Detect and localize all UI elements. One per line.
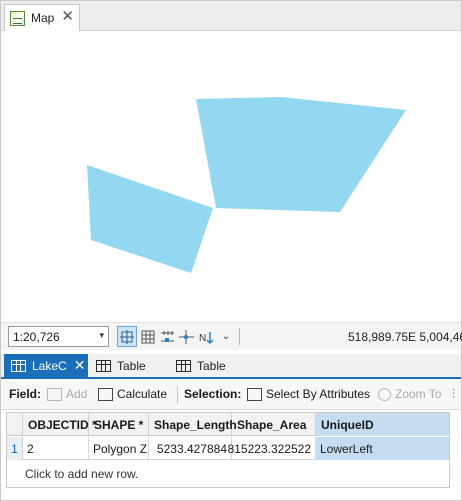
table-row[interactable]: 1 2 Polygon Z 5233.427884 815223.322522 … — [7, 437, 449, 460]
fixed-extent-icon — [120, 329, 134, 344]
tab-table-1[interactable]: Table — [93, 354, 163, 377]
table-toolbar: Field: Add Calculate Selection: Select B… — [1, 379, 461, 410]
close-icon[interactable]: ✕ — [74, 357, 86, 374]
tab-table-1-label: Table — [117, 358, 146, 373]
cursor-position-icon — [178, 329, 194, 344]
table-icon — [96, 359, 111, 372]
column-header-objectid[interactable]: OBJECTID * — [23, 413, 97, 436]
table-pane-tabs: LakeC ✕ Table Table — [1, 354, 461, 377]
fixed-extent-button[interactable] — [117, 326, 137, 347]
lake-polygon-upper-right[interactable] — [196, 97, 406, 212]
map-tab-label: Map — [31, 11, 55, 25]
calculate-label: Calculate — [117, 387, 168, 401]
tab-table-2[interactable]: Table — [173, 354, 243, 377]
toolbar-separator — [177, 386, 178, 404]
column-header-shape-area[interactable]: Shape_Area — [232, 413, 316, 436]
tab-lakec-label: LakeC — [32, 358, 67, 373]
scale-value: 1:20,726 — [13, 329, 60, 344]
selection-label: Selection: — [184, 387, 242, 401]
add-new-row[interactable]: Click to add new row. — [7, 461, 449, 487]
calculate-button[interactable]: Calculate — [98, 387, 167, 401]
cell-uniqueid[interactable]: LowerLeft — [316, 437, 449, 460]
grid-icon — [141, 330, 155, 343]
tab-map[interactable]: Map ✕ — [4, 4, 80, 31]
zoom-to-icon — [378, 387, 391, 401]
column-header-shape-length[interactable]: Shape_Length — [149, 413, 237, 436]
status-separator — [239, 328, 240, 345]
more-dropdown-icon[interactable]: ⌄ — [219, 326, 233, 347]
cell-objectid[interactable]: 2 — [23, 437, 89, 460]
table-header-row: OBJECTID * SHAPE * Shape_Length Shape_Ar… — [7, 413, 449, 436]
map-tab-strip: Map ✕ — [1, 1, 461, 31]
map-status-bar: 1:20,726 ▾ N ⌄ 518,989.75E 5,004,460 — [1, 322, 462, 350]
map-features — [87, 97, 406, 273]
cell-shape-length[interactable]: 5233.427884 — [149, 437, 232, 460]
north-arrow-button[interactable]: N — [197, 326, 217, 347]
zoom-to-button[interactable]: Zoom To — [378, 387, 441, 401]
tab-table-2-label: Table — [197, 358, 226, 373]
ruler-button[interactable] — [158, 326, 176, 347]
lake-polygon-lower-left[interactable] — [87, 165, 213, 273]
zoom-to-label: Zoom To — [395, 387, 442, 401]
toolbar-overflow-icon[interactable]: ⫶ — [452, 387, 455, 402]
cursor-coordinates: 518,989.75E 5,004,460 — [348, 330, 462, 344]
grid-button[interactable] — [139, 326, 157, 347]
map-icon — [10, 10, 25, 26]
cell-shape[interactable]: Polygon Z — [89, 437, 149, 460]
cursor-position-button[interactable] — [177, 326, 195, 347]
table-icon — [176, 359, 191, 372]
select-by-attributes-button[interactable]: Select By Attributes — [247, 387, 370, 401]
select-by-attributes-label: Select By Attributes — [266, 387, 371, 401]
add-field-icon — [47, 387, 62, 401]
calculator-icon — [98, 387, 113, 401]
ruler-icon — [160, 330, 174, 342]
north-arrow-icon: N — [199, 331, 214, 344]
scale-selector[interactable]: 1:20,726 ▾ — [8, 326, 109, 347]
row-number[interactable]: 1 — [7, 437, 23, 460]
map-canvas[interactable] — [1, 32, 461, 322]
column-header-shape[interactable]: SHAPE * — [89, 413, 149, 436]
column-header-uniqueid[interactable]: UniqueID — [316, 413, 449, 436]
add-field-button[interactable]: Add — [47, 387, 87, 401]
field-label: Field: — [9, 387, 41, 401]
svg-text:N: N — [199, 333, 206, 344]
add-field-label: Add — [66, 387, 88, 401]
close-icon[interactable]: ✕ — [61, 8, 74, 26]
cell-shape-area[interactable]: 815223.322522 — [228, 437, 316, 460]
table-icon — [11, 359, 26, 372]
tab-lakec[interactable]: LakeC ✕ — [4, 354, 88, 377]
select-by-attributes-icon — [247, 387, 262, 401]
scale-dropdown-icon[interactable]: ▾ — [99, 330, 104, 341]
attribute-table[interactable]: OBJECTID * SHAPE * Shape_Length Shape_Ar… — [6, 412, 450, 488]
row-header-corner — [7, 413, 23, 436]
